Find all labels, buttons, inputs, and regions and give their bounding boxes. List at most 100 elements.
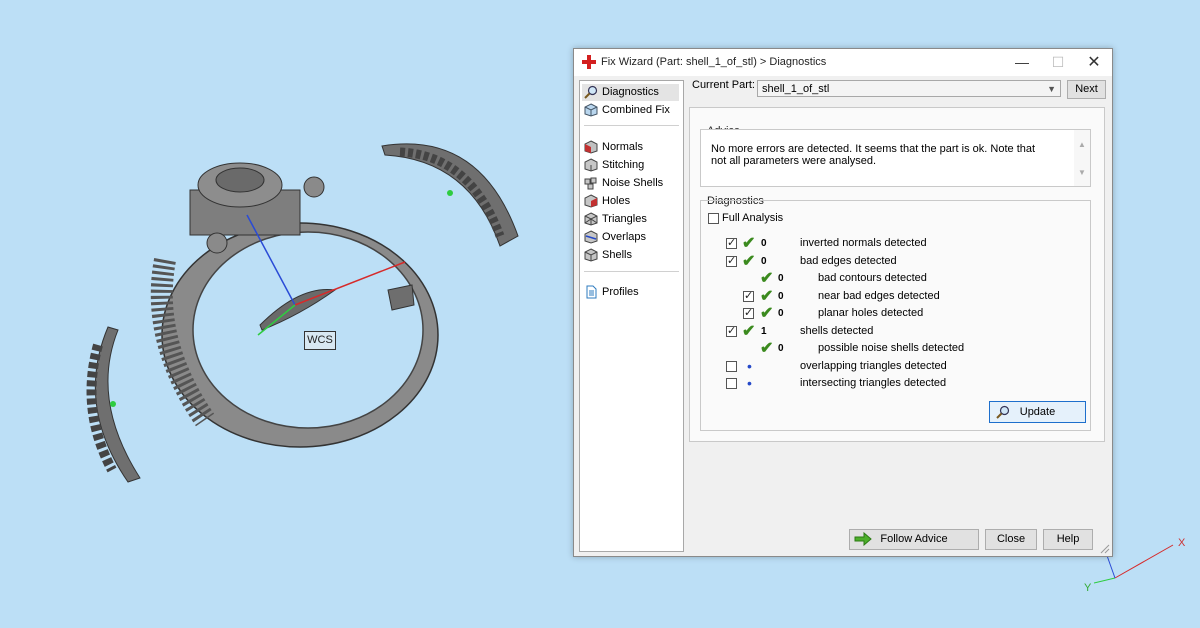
nav-item-triangles[interactable]: Triangles (582, 211, 647, 228)
stitching-cube-icon (584, 158, 598, 172)
window-title: Fix Wizard (Part: shell_1_of_stl) > Diag… (601, 56, 827, 68)
nav-label: Triangles (602, 213, 647, 225)
nav-item-diagnostics[interactable]: Diagnostics (582, 84, 679, 101)
full-analysis-checkbox[interactable] (708, 213, 719, 224)
nav-label: Combined Fix (602, 104, 670, 116)
diag-count: 0 (778, 273, 784, 284)
diag-count: 0 (778, 343, 784, 354)
not-analysed-dot-icon: • (747, 375, 752, 391)
overlaps-cube-icon (584, 230, 598, 244)
nav-item-noise-shells[interactable]: Noise Shells (582, 175, 663, 192)
close-window-button[interactable]: ✕ (1076, 49, 1112, 76)
handle-dot[interactable] (447, 190, 453, 196)
nav-label: Shells (602, 249, 632, 261)
left-segment[interactable] (86, 326, 141, 483)
advice-box: No more errors are detected. It seems th… (700, 129, 1091, 187)
diag-checkbox[interactable] (726, 324, 737, 337)
noise-shells-icon (584, 177, 597, 190)
check-mark-icon: ✔ (742, 253, 756, 270)
nav-label: Normals (602, 141, 643, 153)
nav-item-shells[interactable]: Shells (582, 247, 632, 264)
diag-label: intersecting triangles detected (800, 377, 947, 389)
diag-label: planar holes detected (818, 307, 924, 319)
diag-checkbox[interactable] (726, 378, 737, 389)
scroll-up-icon[interactable]: ▲ (1078, 140, 1086, 149)
handle-dot[interactable] (110, 401, 116, 407)
update-label: Update (1019, 406, 1056, 418)
not-analysed-dot-icon: • (747, 358, 752, 374)
diag-label: shells detected (800, 325, 874, 337)
magnifier-icon (584, 85, 598, 99)
nav-item-combined-fix[interactable]: Combined Fix (582, 102, 670, 119)
nav-label: Holes (602, 195, 631, 207)
check-mark-icon: ✔ (760, 270, 774, 287)
follow-advice-button[interactable]: Follow Advice (849, 529, 979, 550)
shells-cube-icon (584, 248, 598, 262)
ring-model[interactable] (150, 162, 439, 448)
nav-item-holes[interactable]: Holes (582, 193, 630, 210)
green-arrow-icon (854, 532, 872, 546)
holes-cube-icon (584, 194, 598, 208)
nav-item-normals[interactable]: Normals (582, 139, 643, 156)
diag-checkbox[interactable] (743, 306, 754, 319)
diag-count: 1 (761, 326, 767, 337)
wizard-nav: Diagnostics Combined Fix Normals Stitchi… (579, 80, 684, 552)
diag-label: bad contours detected (818, 272, 927, 284)
follow-advice-label: Follow Advice (880, 533, 948, 545)
axis-x-label: X (1178, 537, 1186, 549)
diag-count: 0 (761, 256, 767, 267)
chevron-down-icon: ▼ (1047, 84, 1056, 94)
magnifier-icon (996, 405, 1010, 419)
current-part-select[interactable]: shell_1_of_stl ▼ (757, 80, 1061, 97)
nav-item-profiles[interactable]: Profiles (582, 284, 639, 301)
nav-divider (584, 271, 679, 272)
check-mark-icon: ✔ (760, 305, 774, 322)
diag-label: overlapping triangles detected (800, 360, 947, 372)
title-bar[interactable]: Fix Wizard (Part: shell_1_of_stl) > Diag… (574, 49, 1112, 76)
help-button[interactable]: Help (1043, 529, 1093, 550)
close-button[interactable]: Close (985, 529, 1037, 550)
check-mark-icon: ✔ (760, 288, 774, 305)
diag-label: inverted normals detected (800, 237, 927, 249)
update-button[interactable]: Update (989, 401, 1086, 423)
next-button[interactable]: Next (1067, 80, 1106, 99)
fix-wizard-window: Fix Wizard (Part: shell_1_of_stl) > Diag… (573, 48, 1113, 557)
current-part-label: Current Part: (692, 79, 755, 91)
right-segment[interactable] (381, 143, 519, 247)
nav-label: Stitching (602, 159, 645, 171)
scroll-down-icon[interactable]: ▼ (1078, 168, 1086, 177)
diag-count: 0 (778, 291, 784, 302)
diag-checkbox[interactable] (726, 254, 737, 267)
minimize-button[interactable]: — (1004, 49, 1040, 76)
advice-text: No more errors are detected. It seems th… (711, 143, 1036, 167)
red-cross-icon (582, 55, 596, 69)
resize-grip-icon[interactable] (1100, 544, 1110, 554)
diag-label: possible noise shells detected (818, 342, 965, 354)
diag-checkbox[interactable] (726, 361, 737, 372)
nav-label: Noise Shells (602, 177, 664, 189)
nav-label: Profiles (602, 286, 639, 298)
diag-checkbox[interactable] (726, 236, 737, 249)
normals-cube-icon (584, 140, 598, 154)
current-part-value: shell_1_of_stl (762, 83, 830, 95)
axis-y-label: Y (1084, 582, 1092, 594)
diag-checkbox[interactable] (743, 289, 754, 302)
maximize-button[interactable]: ☐ (1040, 49, 1076, 76)
check-mark-icon: ✔ (742, 235, 756, 252)
document-icon (586, 285, 597, 299)
diag-label: bad edges detected (800, 255, 897, 267)
nav-label: Diagnostics (602, 86, 659, 98)
diag-count: 0 (778, 308, 784, 319)
nav-item-stitching[interactable]: Stitching (582, 157, 644, 174)
nav-label: Overlaps (602, 231, 647, 243)
full-analysis-label: Full Analysis (722, 212, 784, 224)
wcs-label: WCS (304, 331, 336, 350)
cube-icon (584, 103, 598, 117)
nav-divider (584, 125, 679, 126)
nav-item-overlaps[interactable]: Overlaps (582, 229, 646, 246)
advice-scrollbar[interactable]: ▲ ▼ (1074, 130, 1090, 186)
triangles-cube-icon (584, 212, 598, 226)
check-mark-icon: ✔ (760, 340, 774, 357)
diag-count: 0 (761, 238, 767, 249)
check-mark-icon: ✔ (742, 323, 756, 340)
